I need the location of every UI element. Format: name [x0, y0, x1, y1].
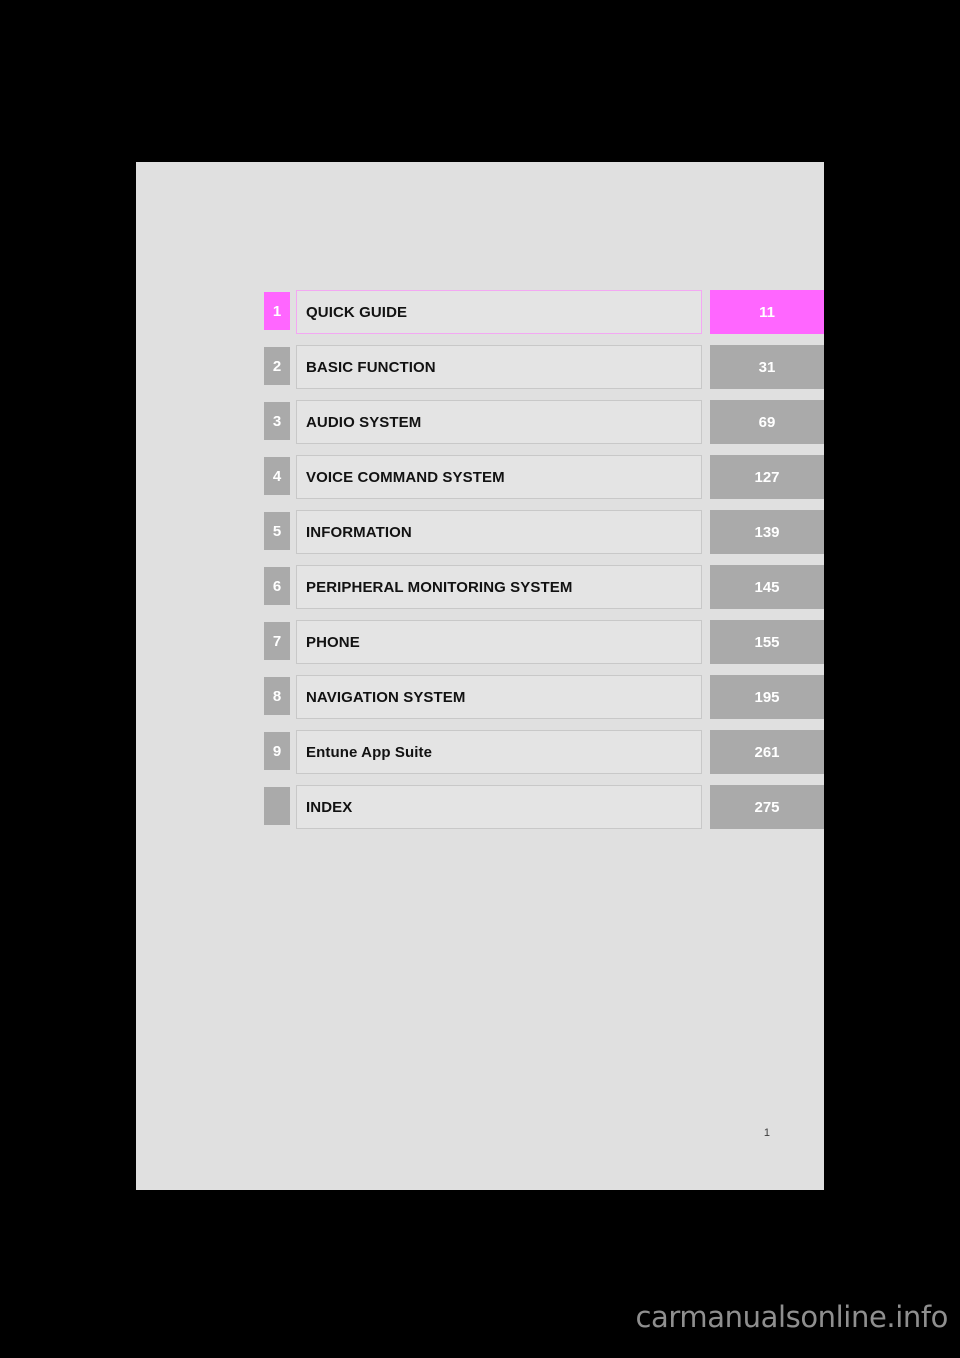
toc-title-box[interactable]: Entune App Suite [296, 730, 702, 774]
toc-row[interactable]: 7 PHONE 155 [264, 620, 824, 664]
site-watermark: carmanualsonline.info [635, 1300, 948, 1334]
toc-row[interactable]: 5 INFORMATION 139 [264, 510, 824, 554]
toc-title-box[interactable]: INFORMATION [296, 510, 702, 554]
toc-page-number: 145 [754, 578, 780, 596]
chapter-number-tab[interactable]: 1 [264, 292, 290, 330]
toc-page-number: 127 [754, 468, 780, 486]
toc-row[interactable]: 1 QUICK GUIDE 11 [264, 290, 824, 334]
chapter-number-tab[interactable]: 9 [264, 732, 290, 770]
toc-title-label: VOICE COMMAND SYSTEM [306, 468, 505, 486]
toc-page-number-block[interactable]: 139 [710, 510, 824, 554]
toc-page-number: 11 [759, 303, 775, 321]
toc-title-box[interactable]: PHONE [296, 620, 702, 664]
toc-title-label: INFORMATION [306, 523, 412, 541]
toc-row[interactable]: 8 NAVIGATION SYSTEM 195 [264, 675, 824, 719]
toc-title-box[interactable]: BASIC FUNCTION [296, 345, 702, 389]
toc-page-number: 69 [758, 413, 776, 431]
manual-page-sheet: 1 QUICK GUIDE 11 2 BASIC FUNCTION 31 3 AUDIO SY… [136, 162, 824, 1190]
toc-title-box[interactable]: INDEX [296, 785, 702, 829]
toc-title-label: AUDIO SYSTEM [306, 413, 422, 431]
toc-row[interactable]: 6 PERIPHERAL MONITORING SYSTEM 145 [264, 565, 824, 609]
toc-title-label: Entune App Suite [306, 743, 433, 761]
toc-title-label: NAVIGATION SYSTEM [306, 688, 466, 706]
toc-title-box[interactable]: QUICK GUIDE [296, 290, 702, 334]
toc-page-number: 31 [758, 358, 776, 376]
toc-title-label: PHONE [306, 633, 360, 651]
toc-title-label: BASIC FUNCTION [306, 358, 436, 376]
toc-row[interactable]: 2 BASIC FUNCTION 31 [264, 345, 824, 389]
table-of-contents: 1 QUICK GUIDE 11 2 BASIC FUNCTION 31 3 AUDIO SY… [264, 290, 824, 840]
chapter-number-tab[interactable]: 8 [264, 677, 290, 715]
toc-page-number-block[interactable]: 127 [710, 455, 824, 499]
toc-page-number: 139 [754, 523, 780, 541]
toc-page-number-block[interactable]: 155 [710, 620, 824, 664]
toc-page-number: 261 [754, 743, 780, 761]
toc-title-box[interactable]: PERIPHERAL MONITORING SYSTEM [296, 565, 702, 609]
toc-row[interactable]: 9 Entune App Suite 261 [264, 730, 824, 774]
toc-title-box[interactable]: AUDIO SYSTEM [296, 400, 702, 444]
toc-title-label: PERIPHERAL MONITORING SYSTEM [306, 578, 573, 596]
toc-title-label: QUICK GUIDE [306, 303, 408, 321]
toc-row[interactable]: INDEX 275 [264, 785, 824, 829]
toc-page-number: 195 [754, 688, 780, 706]
toc-page-number-block[interactable]: 11 [710, 290, 824, 334]
chapter-number-tab[interactable]: 3 [264, 402, 290, 440]
chapter-number-tab[interactable]: 4 [264, 457, 290, 495]
toc-row[interactable]: 3 AUDIO SYSTEM 69 [264, 400, 824, 444]
chapter-number-tab[interactable]: 6 [264, 567, 290, 605]
toc-page-number-block[interactable]: 31 [710, 345, 824, 389]
toc-title-label: INDEX [306, 798, 353, 816]
chapter-number-tab[interactable]: 2 [264, 347, 290, 385]
chapter-number-tab[interactable]: 5 [264, 512, 290, 550]
toc-page-number-block[interactable]: 69 [710, 400, 824, 444]
toc-page-number-block[interactable]: 275 [710, 785, 824, 829]
chapter-number-tab[interactable] [264, 787, 290, 825]
toc-page-number-block[interactable]: 195 [710, 675, 824, 719]
toc-page-number: 155 [754, 633, 780, 651]
toc-title-box[interactable]: VOICE COMMAND SYSTEM [296, 455, 702, 499]
toc-page-number: 275 [754, 798, 780, 816]
chapter-number-tab[interactable]: 7 [264, 622, 290, 660]
page-folio-number: 1 [763, 1127, 770, 1139]
toc-row[interactable]: 4 VOICE COMMAND SYSTEM 127 [264, 455, 824, 499]
toc-title-box[interactable]: NAVIGATION SYSTEM [296, 675, 702, 719]
toc-page-number-block[interactable]: 261 [710, 730, 824, 774]
toc-page-number-block[interactable]: 145 [710, 565, 824, 609]
